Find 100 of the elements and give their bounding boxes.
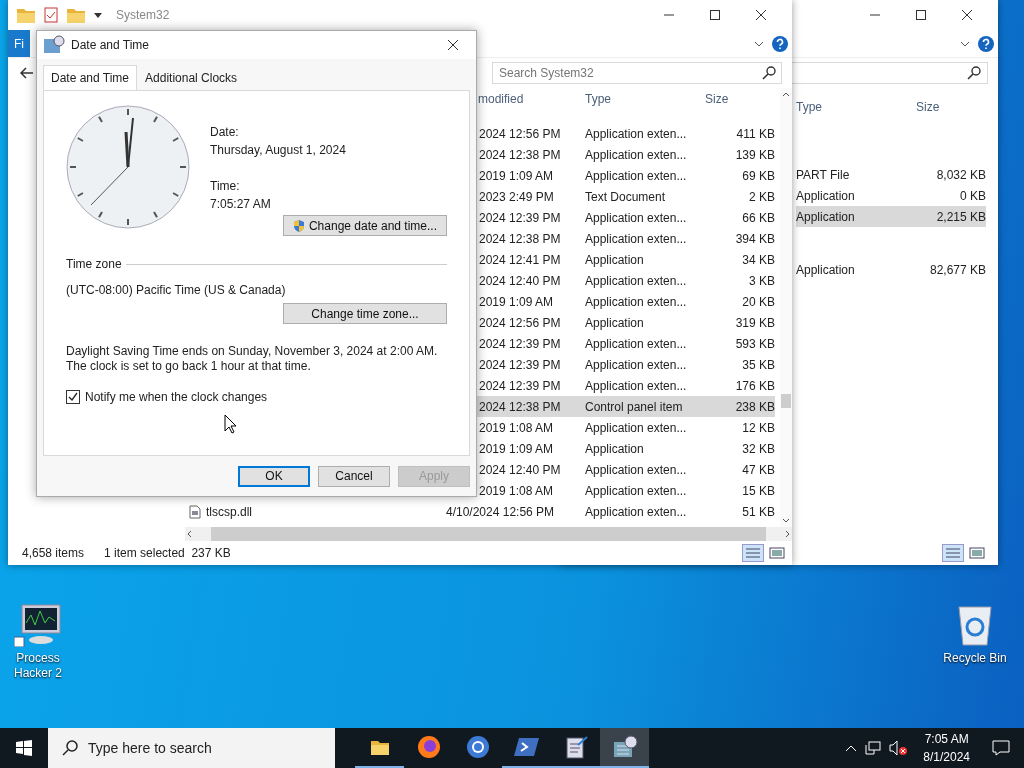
- date-cell-text: 2024 12:41 PM: [478, 252, 562, 267]
- date-cell-text: 2019 1:09 AM: [478, 294, 555, 309]
- globe-icon: [416, 735, 441, 759]
- date-cell-text: 2024 12:39 PM: [478, 336, 562, 351]
- type-cell-text: Application exten...: [585, 168, 688, 183]
- chevron-down-icon[interactable]: [754, 39, 764, 48]
- size-cell-text: 3 KB: [748, 273, 775, 288]
- file-tab[interactable]: Fi: [8, 30, 30, 57]
- type-cell-text: Control panel item: [585, 399, 684, 414]
- folder-icon[interactable]: [369, 738, 390, 756]
- monitor-chart-icon[interactable]: [14, 603, 62, 647]
- file-row[interactable]: Application 82,677 KB: [796, 259, 986, 280]
- type-cell-text: Application exten...: [585, 147, 688, 162]
- item-count: 4,658 items: [22, 546, 85, 560]
- network-icon[interactable]: [865, 741, 882, 755]
- notification-icon[interactable]: [992, 740, 1010, 756]
- time-zone-value: (UTC-08:00) Pacific Time (US & Canada): [66, 283, 287, 297]
- daylight-saving-note: Daylight Saving Time ends on Sunday, November 3, 2024 at 2:00 AM. The clock is set to go back 1 hour at that time.: [66, 344, 439, 374]
- type-cell-text: Application: [585, 441, 645, 456]
- taskbar-clock[interactable]: 7:05 AM 8/1/2024: [915, 730, 978, 766]
- size-cell-text: 35 KB: [741, 357, 775, 372]
- file-row[interactable]: PART File 8,032 KB: [796, 164, 986, 185]
- size-cell-text: 0 KB: [959, 188, 986, 203]
- date-cell-text: 2019 1:09 AM: [478, 168, 555, 183]
- dialog-button[interactable]: OK: [238, 465, 310, 487]
- size-cell-text: 238 KB: [734, 399, 775, 414]
- scrollbar-thumb[interactable]: [781, 394, 791, 408]
- date-label: Date:: [210, 125, 240, 139]
- calendar-clock-icon: [611, 735, 638, 759]
- size-cell-text: 411 KB: [735, 126, 775, 141]
- maximize-icon: [916, 10, 926, 20]
- type-cell-text: Application exten...: [585, 336, 688, 351]
- recycle-bin-icon[interactable]: [955, 603, 995, 647]
- clock-time: 7:05 AM: [924, 731, 969, 748]
- date-cell-text: 2019 1:08 AM: [478, 420, 555, 435]
- search-icon: [62, 740, 78, 756]
- type-cell-text: Application exten...: [585, 357, 688, 372]
- type-cell-text: Application exten...: [585, 231, 688, 246]
- date-cell-text: 2019 1:08 AM: [478, 483, 555, 498]
- column-header[interactable]: Type: [796, 100, 916, 114]
- windows-logo-icon: [16, 740, 32, 756]
- checklist-icon[interactable]: [44, 7, 58, 23]
- file-row[interactable]: Application 0 KB: [796, 185, 986, 206]
- size-cell-text: 15 KB: [741, 483, 775, 498]
- column-header[interactable]: Size: [916, 100, 986, 114]
- type-cell-text: Application: [796, 209, 856, 224]
- size-cell-text: 593 KB: [734, 336, 775, 351]
- size-cell-text: 394 KB: [734, 231, 775, 246]
- search-icon[interactable]: [967, 66, 981, 80]
- date-cell-text: 2019 1:09 AM: [478, 441, 555, 456]
- tab[interactable]: Date and Time: [43, 65, 138, 90]
- thumbnail-view-icon[interactable]: [768, 544, 786, 562]
- type-cell-text: Application exten...: [585, 420, 688, 435]
- size-cell-text: 32 KB: [741, 441, 775, 456]
- size-cell-text: 82,677 KB: [928, 262, 986, 277]
- close-icon: [447, 39, 459, 51]
- type-cell-text: Application exten...: [585, 126, 688, 141]
- size-cell-text: 319 KB: [734, 315, 775, 330]
- horizontal-scrollbar[interactable]: [185, 527, 792, 541]
- dropdown-icon[interactable]: [94, 11, 102, 19]
- type-cell-text: Application exten...: [585, 483, 688, 498]
- type-cell-text: Application exten...: [585, 378, 688, 393]
- change-date-time-button[interactable]: Change date and time...: [283, 215, 447, 236]
- checkbox[interactable]: [66, 390, 80, 404]
- help-icon[interactable]: [978, 35, 994, 52]
- search-field[interactable]: Search System32: [492, 62, 782, 84]
- dialog-title: Date and Time: [71, 38, 150, 52]
- chevron-down-icon[interactable]: [960, 39, 970, 48]
- date-cell-text: 2024 12:39 PM: [478, 357, 562, 372]
- column-header[interactable]: Size: [705, 92, 775, 106]
- group-heading: Time zone: [66, 257, 122, 271]
- column-header[interactable]: Type: [585, 92, 705, 106]
- muted-speaker-icon[interactable]: [889, 740, 908, 756]
- close-icon: [961, 9, 973, 21]
- date-cell-text: 2024 12:38 PM: [478, 399, 562, 414]
- taskbar-app-button[interactable]: [600, 728, 649, 768]
- file-row[interactable]: tlscsp.dll 4/10/2024 12:56 PM Application exten... 51 KB: [185, 501, 775, 522]
- calendar-clock-icon: [43, 35, 65, 55]
- back-arrow-icon[interactable]: [20, 67, 34, 79]
- change-time-zone-button[interactable]: Change time zone...: [283, 303, 447, 324]
- window-title: System32: [116, 8, 170, 22]
- clock-date: 8/1/2024: [923, 749, 970, 766]
- size-cell-text: 66 KB: [741, 210, 775, 225]
- size-cell-text: 2,215 KB: [935, 209, 986, 224]
- search-icon[interactable]: [762, 66, 776, 80]
- icon-label[interactable]: Recycle Bin: [943, 651, 1007, 666]
- date-cell-text: 2024 12:39 PM: [478, 378, 562, 393]
- dialog-button[interactable]: Cancel: [318, 465, 390, 487]
- vertical-scrollbar[interactable]: [780, 88, 792, 527]
- tab[interactable]: Additional Clocks: [137, 65, 246, 90]
- chevron-up-icon[interactable]: [845, 744, 858, 752]
- file-row[interactable]: Application 2,215 KB: [796, 206, 986, 227]
- help-icon[interactable]: [772, 35, 788, 52]
- date-cell-text: 2024 12:40 PM: [478, 462, 562, 477]
- type-cell-text: Application exten...: [585, 504, 688, 519]
- taskbar-search-field[interactable]: Type here to search: [48, 728, 335, 768]
- maximize-icon: [710, 10, 720, 20]
- type-cell-text: Application: [585, 252, 645, 267]
- thumbnail-view-icon[interactable]: [968, 544, 986, 562]
- size-cell-text: 20 KB: [741, 294, 775, 309]
